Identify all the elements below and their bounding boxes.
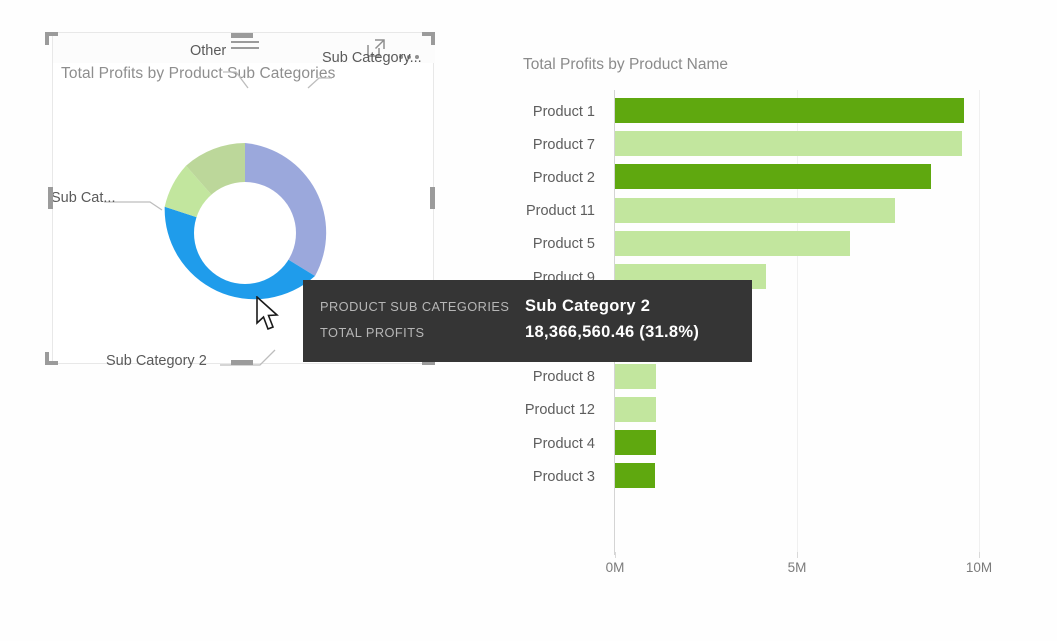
selection-handle-top-center[interactable] bbox=[231, 33, 253, 38]
bar-row[interactable]: Product 7 bbox=[505, 128, 1057, 161]
tooltip-value: 18,366,560.46 (31.8%) bbox=[525, 323, 700, 341]
bar-row[interactable]: Product 8 bbox=[505, 361, 1057, 394]
tooltip-row: PRODUCT SUB CATEGORIES Sub Category 2 bbox=[320, 297, 752, 323]
selection-handle-bottom-left[interactable] bbox=[45, 352, 58, 365]
x-tick-label: 0M bbox=[605, 560, 625, 575]
bar-category-label: Product 8 bbox=[532, 369, 595, 386]
x-tick-mark bbox=[979, 552, 980, 558]
bar-rect[interactable] bbox=[615, 197, 895, 223]
x-tick-mark bbox=[615, 552, 616, 558]
mouse-cursor-icon bbox=[255, 295, 281, 337]
donut-leader-lines bbox=[223, 71, 332, 89]
bar-rect[interactable] bbox=[615, 396, 656, 422]
bar-category-label: Product 1 bbox=[532, 103, 595, 120]
bar-category-label: Product 5 bbox=[532, 236, 595, 253]
bar-category-label: Product 4 bbox=[532, 435, 595, 452]
selection-handle-right-center[interactable] bbox=[430, 187, 435, 209]
bar-row[interactable]: Product 5 bbox=[505, 228, 1057, 261]
tooltip-row: TOTAL PROFITS 18,366,560.46 (31.8%) bbox=[320, 323, 752, 349]
donut-label-sub-cat-left: Sub Cat... bbox=[51, 190, 116, 206]
donut-label-sub-category-2: Sub Category 2 bbox=[106, 353, 207, 369]
donut-hole bbox=[194, 182, 296, 284]
bar-row[interactable]: Product 1 bbox=[505, 95, 1057, 128]
x-tick-label: 5M bbox=[787, 560, 807, 575]
hover-tooltip: PRODUCT SUB CATEGORIES Sub Category 2 TO… bbox=[303, 280, 752, 362]
x-tick-mark bbox=[797, 552, 798, 558]
bar-rect[interactable] bbox=[615, 363, 657, 389]
selection-handle-bottom-center[interactable] bbox=[231, 360, 253, 365]
tooltip-key: TOTAL PROFITS bbox=[320, 325, 425, 340]
bar-rect[interactable] bbox=[615, 164, 931, 190]
selection-handle-top-left[interactable] bbox=[45, 32, 58, 45]
donut-leader-line-bottom bbox=[220, 349, 276, 366]
tooltip-key: PRODUCT SUB CATEGORIES bbox=[320, 299, 510, 314]
selection-handle-top-right[interactable] bbox=[422, 32, 435, 45]
report-canvas: Total Profits by Product Sub Categories bbox=[0, 0, 1057, 641]
bar-category-label: Product 2 bbox=[532, 169, 595, 186]
bar-row[interactable]: Product 2 bbox=[505, 161, 1057, 194]
tooltip-value: Sub Category 2 bbox=[525, 297, 651, 315]
selection-handle-left-center[interactable] bbox=[48, 187, 53, 209]
bar-row[interactable]: Product 11 bbox=[505, 195, 1057, 228]
bar-rect[interactable] bbox=[615, 463, 656, 489]
bar-rect[interactable] bbox=[615, 98, 965, 123]
bar-rect[interactable] bbox=[615, 430, 656, 455]
bar-category-label: Product 3 bbox=[532, 468, 595, 485]
x-tick-label: 10M bbox=[965, 560, 993, 575]
bar-category-label: Product 11 bbox=[525, 203, 595, 220]
donut-label-sub-category-right: Sub Category... bbox=[322, 50, 422, 66]
bar-chart-title: Total Profits by Product Name bbox=[523, 56, 729, 73]
bar-row[interactable]: Product 3 bbox=[505, 460, 1057, 493]
bar-category-label: Product 7 bbox=[532, 136, 595, 153]
bar-category-label: Product 12 bbox=[524, 402, 595, 419]
bar-row[interactable]: Product 4 bbox=[505, 427, 1057, 460]
bar-row[interactable]: Product 12 bbox=[505, 394, 1057, 427]
bar-rect[interactable] bbox=[615, 131, 962, 157]
donut-label-other: Other bbox=[190, 43, 227, 59]
bar-rect[interactable] bbox=[615, 230, 851, 256]
